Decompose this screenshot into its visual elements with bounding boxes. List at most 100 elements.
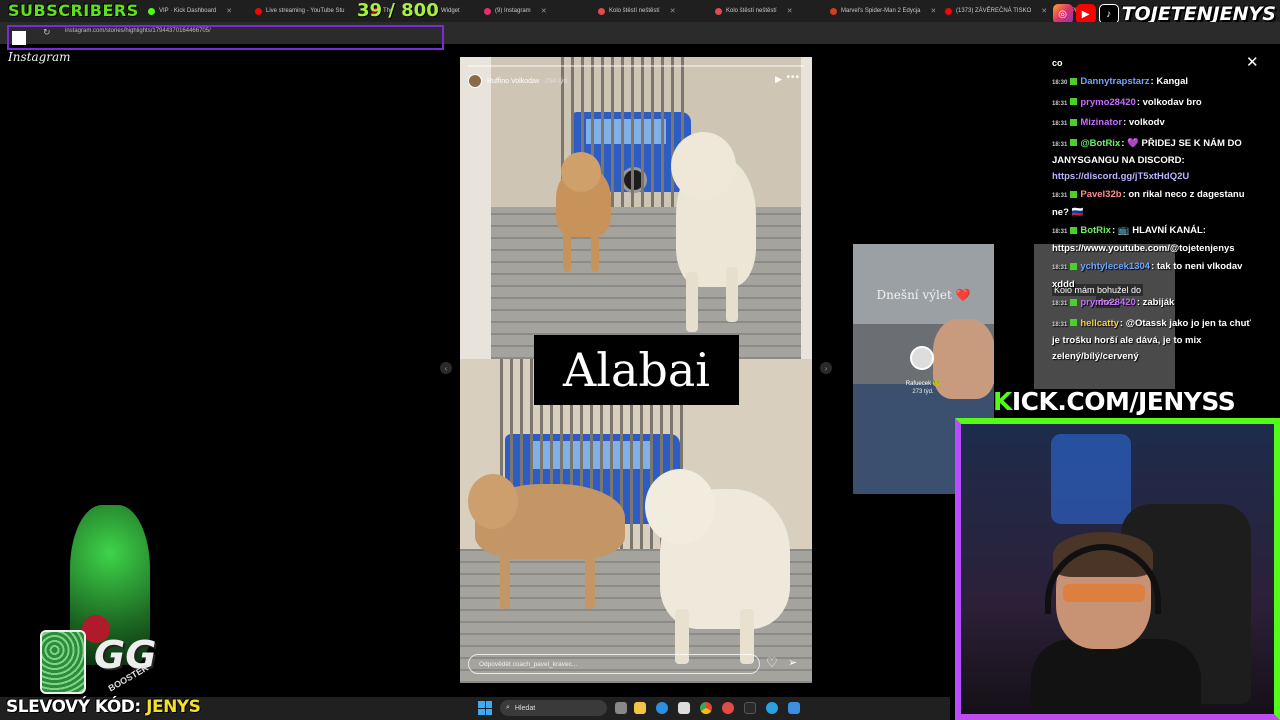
browser-tab[interactable]: Kolo štěstí neštěstí ✕ [598,3,698,19]
chat-time: 18:31 [1052,193,1068,199]
discount-code: JENYS [146,697,201,717]
browser-tab[interactable]: Kolo štěstí neštěstí ✕ [715,3,815,19]
windows-start-icon[interactable] [478,701,492,715]
search-icon: ⌕ [506,704,510,711]
webcam-streamer-body [1031,639,1201,714]
webcam-neon-sign [1051,434,1131,524]
chat-username[interactable]: ychtylecek1304 [1080,261,1150,272]
kick-badge-icon [1070,226,1078,234]
reload-icon[interactable]: ↻ [43,27,51,38]
sponsor-graphic: GG BOOSTER [30,505,170,695]
kick-badge-icon [1070,190,1078,198]
chat-message: 18:31 prymo28420: zabiják [1052,295,1252,313]
tab-close-icon[interactable]: ✕ [931,7,935,15]
youtube-icon: ▶ [1075,4,1096,24]
tab-label: Kolo štěstí neštěstí [609,8,660,14]
story-photo-bottom [460,359,812,683]
kick-badge-icon [1070,77,1078,85]
tab-favicon-icon [255,7,262,15]
tab-close-icon[interactable]: ✕ [226,7,232,15]
tab-favicon-icon [484,7,491,15]
preview-background [853,244,994,324]
heart-icon[interactable]: ♡ [766,655,778,671]
chat-username[interactable]: Dannytrapstarz [1080,76,1149,87]
subscribers-count: 39 / 800 [357,0,439,21]
chat-username[interactable]: BotRix [1080,225,1111,236]
chrome-icon[interactable] [700,702,712,714]
kick-badge-icon [1070,262,1078,270]
more-icon[interactable]: ••• [786,72,800,83]
preview-time: 273 týd. [912,389,934,395]
chat-time: 18:31 [1052,121,1068,127]
tab-close-icon[interactable]: ✕ [787,7,793,15]
file-explorer-icon[interactable] [634,702,646,714]
story-progress-bar [468,65,804,67]
taskbar-search[interactable]: ⌕ Hledat [500,700,607,716]
tab-favicon-icon [830,7,837,15]
story-viewer[interactable]: Ruffino Volkodav 254 týd. ▶ ••• Alabai O… [460,57,812,683]
browser-tab[interactable]: VIP · Kick Dashboard ✕ [148,3,243,19]
reply-input[interactable]: Odpovědět coach_pavel_kravec... [468,654,760,674]
avatar [910,346,934,370]
preview-photo-face [933,319,994,399]
nav-overlay-block [12,31,26,45]
kick-badge-icon [1070,298,1078,306]
chat-text: : Kangal [1150,76,1189,87]
terminal-icon[interactable] [744,702,756,714]
url-field[interactable]: instagram.com/stories/highlights/1794437… [65,28,211,34]
kick-url-text: ICK.COM/JENYSS [1011,387,1236,416]
chat-message: 18:30 Dannytrapstarz: Kangal [1052,74,1252,92]
chat-username[interactable]: Pavel32b [1080,189,1121,200]
browser-tab[interactable]: Marvel's Spider-Man 2 Edycja ✕ [830,3,935,19]
task-view-icon[interactable] [615,702,627,714]
notes-icon[interactable] [788,702,800,714]
tab-close-icon[interactable]: ✕ [541,7,547,15]
send-icon[interactable]: ➢ [788,656,797,669]
chat-username[interactable]: hellcatty [1080,318,1119,329]
stream-chat: co 18:30 Dannytrapstarz: Kangal 18:31 prym… [1052,58,1252,367]
chat-link[interactable]: https://discord.gg/jT5xtHdQ2U [1052,171,1189,182]
chat-username[interactable]: @BotRix [1080,138,1120,149]
chat-message: 18:31 Pavel32b: on rikal neco z dagestanu… [1052,187,1252,220]
chat-username[interactable]: prymo28420 [1080,97,1135,108]
chat-message: 18:31 BotRix: 📺 HLAVNÍ KANÁL: https://www… [1052,223,1252,256]
obs-icon[interactable] [722,702,734,714]
story-time: 254 týd. [544,77,570,85]
tab-close-icon[interactable]: ✕ [1041,7,1047,15]
tab-label: Live streaming - YouTube Stu [266,8,345,14]
subscribers-label: SUBSCRIBERS [8,1,139,20]
story-photo-top [491,57,801,359]
story-caption-box: Alabai [534,335,739,405]
browser-tab[interactable]: (9) Instagram ✕ [484,3,584,19]
chat-message: 18:31 ychtylecek1304: tak to neni vlkodav… [1052,259,1252,292]
tab-close-icon[interactable]: ✕ [670,7,676,15]
browser-tab[interactable]: Live streaming - YouTube Stu [255,3,355,19]
browser-tab[interactable]: (1373) ZÁVĚREČNÁ TISKO ✕ [945,3,1050,19]
webcam-frame [955,418,1280,720]
kick-badge-icon [1070,139,1078,147]
kick-badge-icon [1070,319,1078,327]
kick-k-letter: K [993,387,1012,416]
next-story-icon[interactable]: › [820,362,832,374]
edge-icon[interactable] [656,702,668,714]
story-username[interactable]: Ruffino Volkodav [487,78,539,85]
story-header: Ruffino Volkodav 254 týd. [468,74,569,88]
chat-message: 18:31 @BotRix: 💜 PŘIDEJ SE K NÁM DO JANYS… [1052,136,1252,185]
browser-tab[interactable]: Widget [441,3,477,19]
instagram-logo[interactable]: Instagram [8,50,71,64]
chat-time: 18:31 [1052,301,1068,307]
chat-username[interactable]: prymo28420 [1080,297,1135,308]
tab-label: Kolo štěstí neštěstí [726,8,777,14]
discount-label: SLEVOVÝ KÓD: [6,697,141,717]
chat-username[interactable]: Mizinator [1080,117,1122,128]
taskbar-search-placeholder: Hledat [514,704,536,712]
app-icon[interactable] [766,702,778,714]
chat-message: 18:31 hellcatty: @Otassk jako jo jen ta c… [1052,316,1252,365]
tab-label: Marvel's Spider-Man 2 Edycja [841,8,921,14]
tab-favicon-icon [598,7,605,15]
kick-url-label: KICK.COM/JENYSS [993,387,1236,416]
store-icon[interactable] [678,702,690,714]
avatar[interactable] [468,74,482,88]
previous-story-icon[interactable]: ‹ [440,362,452,374]
play-icon[interactable]: ▶ [775,74,782,85]
